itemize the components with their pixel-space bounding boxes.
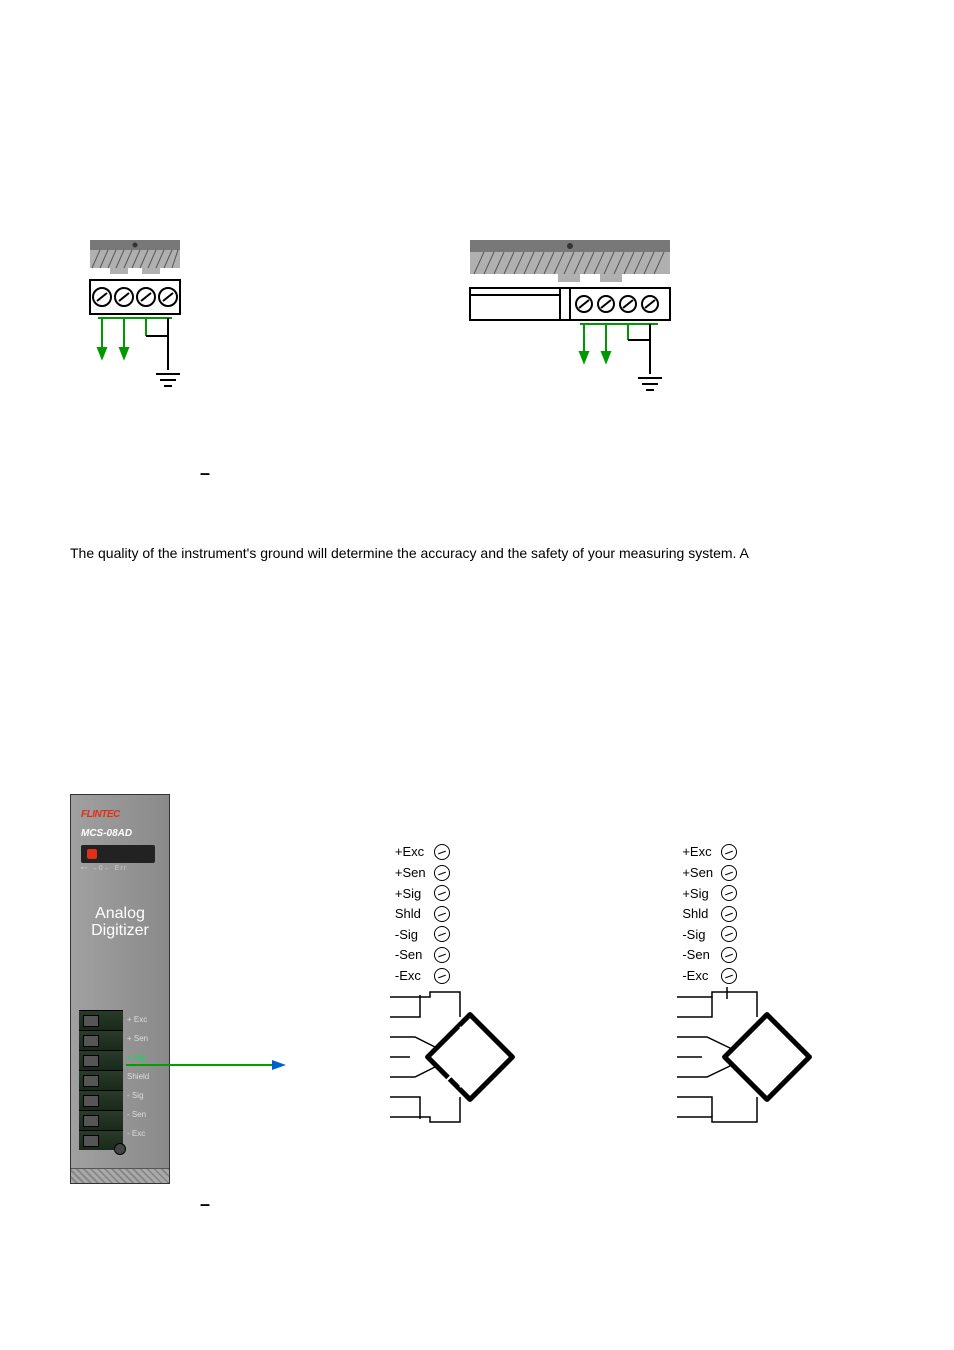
module-image: FLINTEC MCS-08AD ▪▫ →0← Err AnalogDigiti… (70, 794, 170, 1184)
wiring-diagram-6wire: +Exc +Sen +Sig Shld -Sig -Sen -Exc (390, 841, 587, 1137)
dash-mark-2: – (200, 1194, 884, 1215)
top-diagram-row (70, 240, 884, 433)
terminal-diagram-right (450, 240, 700, 433)
din-rail (71, 1168, 169, 1183)
terminal-block (79, 1010, 123, 1150)
mounting-hole (114, 1143, 126, 1155)
terminal-labels: + Exc + Sen + Sig Shield - Sig - Sen - E… (127, 1010, 149, 1143)
module-brand: FLINTEC (81, 809, 120, 820)
dash-mark-1: – (200, 463, 884, 484)
module-row: FLINTEC MCS-08AD ▪▫ →0← Err AnalogDigiti… (70, 794, 884, 1184)
module-model: MCS-08AD (81, 828, 132, 839)
led-strip (81, 845, 155, 863)
led-labels: ▪▫ →0← Err (81, 865, 127, 872)
module-image-wrap: FLINTEC MCS-08AD ▪▫ →0← Err AnalogDigiti… (70, 794, 300, 1184)
terminal-diagram-left (70, 240, 200, 433)
wiring-diagram-4wire: +Exc +Sen +Sig Shld -Sig -Sen -Exc (677, 841, 884, 1137)
module-big-label: AnalogDigitizer (71, 905, 169, 940)
body-paragraph: The quality of the instrument's ground w… (70, 544, 884, 564)
